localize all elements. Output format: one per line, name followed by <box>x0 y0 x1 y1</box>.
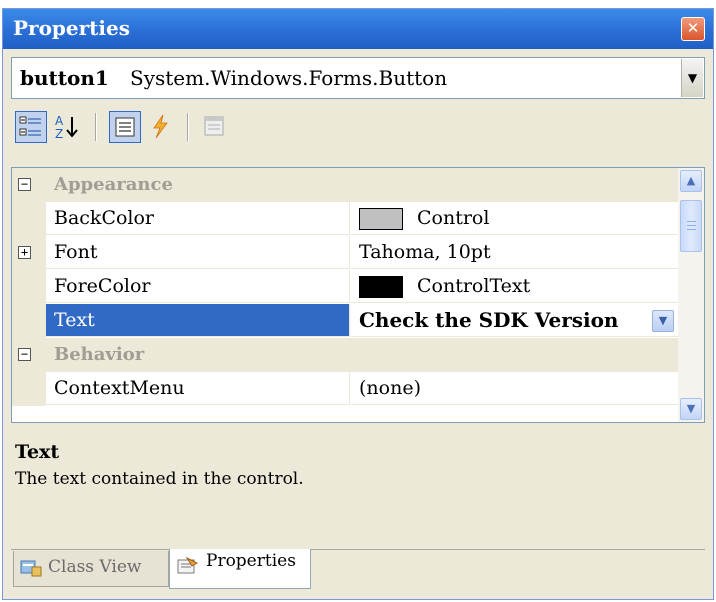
close-icon: ✕ <box>686 19 700 37</box>
category-appearance[interactable]: − Appearance <box>12 168 678 202</box>
property-value-text: Check the SDK Version <box>359 308 619 332</box>
alphabetical-button[interactable]: A Z <box>51 111 83 143</box>
property-row-font[interactable]: + Font Tahoma, 10pt <box>12 236 678 270</box>
property-row-text[interactable]: Text Check the SDK Version ▼ <box>12 304 678 338</box>
properties-tab-icon <box>177 557 198 574</box>
bottom-tab-strip: Class View Properties <box>3 545 713 599</box>
color-swatch <box>359 276 403 298</box>
category-behavior[interactable]: − Behavior <box>12 338 678 372</box>
scroll-up-button[interactable]: ▲ <box>680 170 702 192</box>
property-row-forecolor[interactable]: ForeColor ControlText <box>12 270 678 304</box>
properties-toolbar: A Z <box>11 105 705 151</box>
property-name: Text <box>46 304 350 337</box>
tab-label: Properties <box>206 551 296 571</box>
color-swatch <box>359 208 403 230</box>
window-title: Properties <box>13 16 130 40</box>
alphabetical-icon: A Z <box>55 114 78 141</box>
property-grid: − Appearance BackColor Control + Font Ta… <box>11 167 705 423</box>
toolbar-separator <box>95 113 97 141</box>
svg-text:Z: Z <box>55 127 63 141</box>
category-label: Behavior <box>54 344 145 365</box>
chevron-down-icon: ▼ <box>658 314 668 327</box>
vertical-scrollbar[interactable]: ▲ ▼ <box>678 168 704 422</box>
property-value-text: ControlText <box>417 275 531 297</box>
property-name: Font <box>46 236 350 269</box>
property-value[interactable]: (none) <box>351 372 678 405</box>
property-value[interactable]: Tahoma, 10pt <box>351 236 678 269</box>
property-name: ContextMenu <box>46 372 350 405</box>
svg-text:A: A <box>55 114 64 128</box>
chevron-down-icon: ▼ <box>687 71 698 85</box>
property-pages-icon <box>204 116 224 136</box>
value-dropdown-button[interactable]: ▼ <box>652 310 674 332</box>
tab-class-view[interactable]: Class View <box>13 551 169 587</box>
categorized-button[interactable] <box>15 111 47 143</box>
toolbar-separator <box>187 113 189 141</box>
chevron-down-icon: ▼ <box>686 402 696 415</box>
events-icon <box>153 114 168 139</box>
property-value-editor[interactable]: Check the SDK Version ▼ <box>351 304 678 337</box>
class-view-icon <box>20 560 42 577</box>
property-name: BackColor <box>46 202 350 235</box>
property-value-text: Control <box>417 207 490 229</box>
properties-icon <box>115 117 135 137</box>
object-dropdown-button[interactable]: ▼ <box>681 59 703 97</box>
property-value[interactable]: ControlText <box>351 270 678 303</box>
chevron-up-icon: ▲ <box>686 174 696 187</box>
description-text: The text contained in the control. <box>15 469 304 489</box>
property-pages-button[interactable] <box>199 111 231 143</box>
title-bar[interactable]: Properties ✕ <box>3 9 713 49</box>
object-selector[interactable]: button1 System.Windows.Forms.Button ▼ <box>11 57 705 99</box>
collapse-icon[interactable]: − <box>18 178 31 191</box>
property-name: ForeColor <box>46 270 350 303</box>
object-type: System.Windows.Forms.Button <box>130 66 448 90</box>
tab-label: Class View <box>48 557 142 577</box>
expand-icon[interactable]: + <box>18 246 31 259</box>
category-label: Appearance <box>54 174 173 195</box>
property-value[interactable]: Control <box>351 202 678 235</box>
properties-view-button[interactable] <box>109 111 141 143</box>
property-row-contextmenu[interactable]: ContextMenu (none) <box>12 372 678 406</box>
description-title: Text <box>15 441 60 463</box>
scroll-thumb[interactable] <box>680 200 702 252</box>
properties-window: Properties ✕ button1 System.Windows.Form… <box>2 8 714 600</box>
object-name: button1 <box>20 66 109 90</box>
scroll-down-button[interactable]: ▼ <box>680 398 702 420</box>
events-button[interactable] <box>145 111 177 143</box>
categorized-icon <box>19 116 41 136</box>
property-row-backcolor[interactable]: BackColor Control <box>12 202 678 236</box>
close-button[interactable]: ✕ <box>681 17 705 41</box>
description-panel: Text The text contained in the control. <box>11 429 705 533</box>
collapse-icon[interactable]: − <box>18 348 31 361</box>
tab-properties[interactable]: Properties <box>169 549 311 589</box>
